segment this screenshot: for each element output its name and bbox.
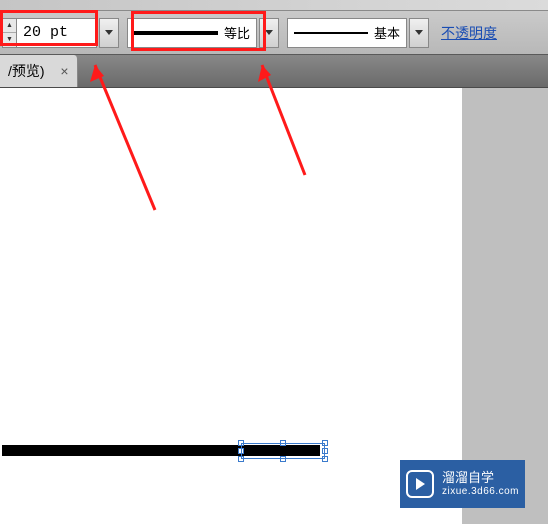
brush-dropdown[interactable] (409, 18, 429, 48)
stroke-width-spinner[interactable]: ▲ ▼ (2, 18, 17, 48)
canvas[interactable] (0, 88, 462, 524)
tab-preview[interactable]: /预览) × (0, 55, 78, 87)
tab-label: /预览) (8, 61, 45, 81)
profile-preview-line (134, 31, 218, 35)
brush-label: 基本 (374, 23, 400, 42)
stroke-width-input[interactable] (17, 18, 97, 48)
variable-width-profile: 等比 (127, 18, 279, 48)
watermark-url: zixue.3d66.com (442, 486, 519, 498)
stroke-width-control: ▲ ▼ (2, 18, 119, 48)
document-tabs: /预览) × (0, 55, 548, 88)
play-icon (406, 470, 434, 498)
stroke-width-dropdown[interactable] (99, 18, 119, 48)
profile-display[interactable]: 等比 (127, 18, 257, 48)
opacity-link[interactable]: 不透明度 (441, 23, 497, 43)
profile-label: 等比 (224, 23, 250, 42)
selection-handles[interactable] (238, 440, 328, 462)
spinner-down[interactable]: ▼ (3, 33, 16, 47)
spinner-up[interactable]: ▲ (3, 19, 16, 34)
brush-preview-line (294, 32, 368, 34)
close-icon[interactable]: × (60, 63, 68, 79)
brush-display[interactable]: 基本 (287, 18, 407, 48)
profile-dropdown[interactable] (259, 18, 279, 48)
brush-definition: 基本 (287, 18, 429, 48)
toolbar: ▲ ▼ 等比 基本 不透明度 (0, 11, 548, 55)
watermark-title: 溜溜自学 (442, 470, 519, 486)
watermark: 溜溜自学 zixue.3d66.com (400, 460, 525, 508)
